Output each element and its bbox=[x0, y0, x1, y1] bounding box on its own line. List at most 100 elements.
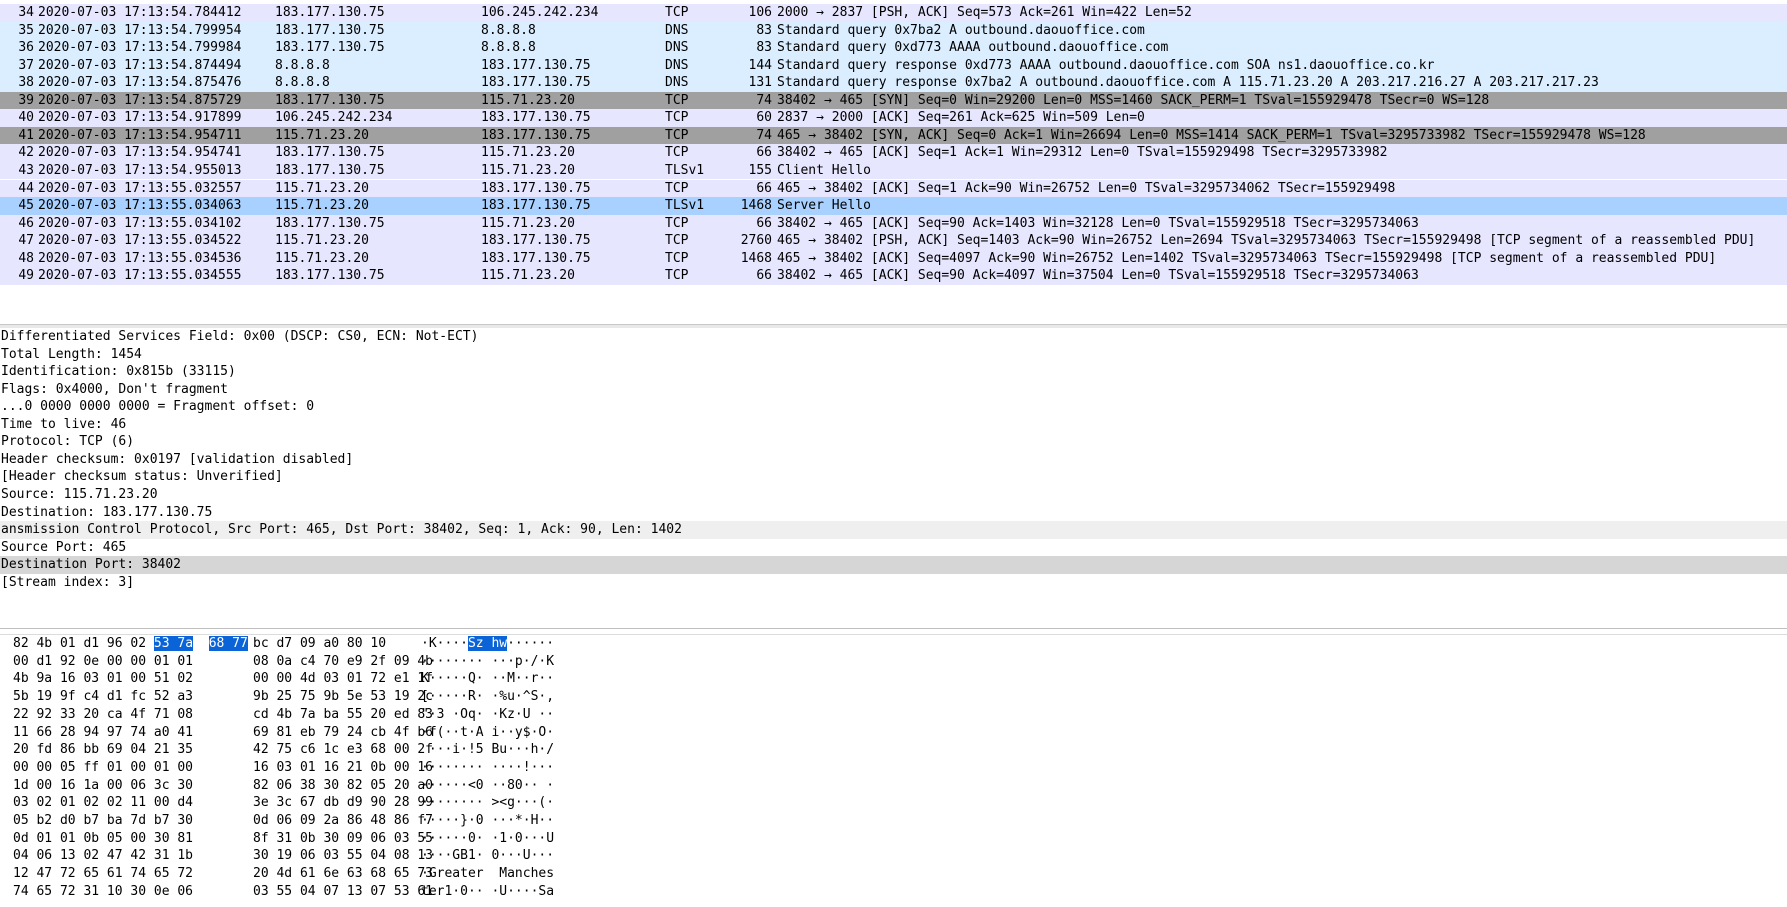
hex-bytes-selected: 68 77 bbox=[208, 636, 248, 651]
hex-row[interactable]: 12 47 72 65 61 74 65 72 20 4d 61 6e 63 68… bbox=[0, 865, 1787, 883]
packet-number: 34 bbox=[18, 5, 34, 20]
packet-number: 48 bbox=[18, 250, 34, 266]
ascii-dump: ······<0 ··80·· · bbox=[421, 777, 554, 795]
packet-source: 183.177.130.75 bbox=[275, 145, 385, 161]
detail-field[interactable]: [Header checksum status: Unverified] bbox=[0, 468, 1787, 486]
detail-field[interactable]: ...0 0000 0000 0000 = Fragment offset: 0 bbox=[0, 398, 1787, 416]
packet-row[interactable]: 39 2020-07-03 17:13:54.875729 183.177.130.… bbox=[0, 91, 1787, 110]
packet-row[interactable]: 34 2020-07-03 17:13:54.784412 183.177.130.… bbox=[0, 4, 1787, 22]
protocol-tree-header[interactable]: ansmission Control Protocol, Src Port: 4… bbox=[0, 521, 1787, 539]
packet-row[interactable]: 44 2020-07-03 17:13:55.032557 115.71.23.20… bbox=[0, 179, 1787, 198]
detail-field[interactable]: Header checksum: 0x0197 [validation disa… bbox=[0, 451, 1787, 469]
hex-row[interactable]: 04 06 13 02 47 42 31 1b 30 19 06 03 55 04… bbox=[0, 847, 1787, 865]
packet-destination: 115.71.23.20 bbox=[481, 162, 575, 178]
detail-field[interactable]: Total Length: 1454 bbox=[0, 346, 1787, 364]
packet-row[interactable]: 37 2020-07-03 17:13:54.874494 8.8.8.8 183.1… bbox=[0, 56, 1787, 75]
packet-length: 66 bbox=[756, 215, 772, 231]
detail-field[interactable]: Destination Port: 38402 bbox=[0, 556, 1787, 574]
packet-number: 40 bbox=[18, 110, 34, 126]
detail-field[interactable]: Flags: 0x4000, Don't fragment bbox=[0, 381, 1787, 399]
packet-number: 36 bbox=[18, 40, 34, 56]
hex-row[interactable]: 0d 01 01 0b 05 00 30 81 8f 31 0b 30 09 06… bbox=[0, 830, 1787, 848]
packet-row[interactable]: 42 2020-07-03 17:13:54.954741 183.177.130.… bbox=[0, 144, 1787, 162]
packet-row[interactable]: 40 2020-07-03 17:13:54.917899 106.245.242.… bbox=[0, 109, 1787, 127]
packet-number: 46 bbox=[18, 215, 34, 231]
hex-row[interactable]: 00 00 05 ff 01 00 01 00 16 03 01 16 21 0b… bbox=[0, 759, 1787, 777]
packet-length: 66 bbox=[756, 180, 772, 196]
ascii-dump: ···i·!5 Bu···h·/ bbox=[421, 741, 554, 759]
hex-bytes-right: 8f 31 0b 30 09 06 03 55 bbox=[253, 830, 434, 846]
packet-protocol: TCP bbox=[665, 180, 689, 196]
hex-bytes-left: 20 fd 86 bb 69 04 21 35 bbox=[13, 741, 193, 759]
packet-row[interactable]: 38 2020-07-03 17:13:54.875476 8.8.8.8 183.1… bbox=[0, 74, 1787, 92]
hex-row[interactable]: 5b 19 9f c4 d1 fc 52 a3 9b 25 75 9b 5e 53… bbox=[0, 688, 1787, 706]
hex-row[interactable]: 05 b2 d0 b7 ba 7d b7 30 0d 06 09 2a 86 48… bbox=[0, 812, 1787, 830]
packet-number: 47 bbox=[18, 233, 34, 249]
ascii-text: ······0· ·1·0···U bbox=[421, 830, 555, 846]
detail-field[interactable]: Source Port: 465 bbox=[0, 539, 1787, 557]
packet-protocol: DNS bbox=[665, 40, 689, 56]
hex-row[interactable]: 1d 00 16 1a 00 06 3c 30 82 06 38 30 82 05… bbox=[0, 777, 1787, 795]
hex-row[interactable]: 20 fd 86 bb 69 04 21 35 42 75 c6 1c e3 68… bbox=[0, 741, 1787, 759]
packet-source: 183.177.130.75 bbox=[275, 5, 385, 20]
hex-bytes-right: 16 03 01 16 21 0b 00 16 bbox=[253, 759, 434, 775]
ascii-dump: ·····}·0 ···*·H·· bbox=[421, 812, 554, 830]
ascii-dump: ·Greater Manches bbox=[421, 865, 554, 883]
packet-details-tree[interactable]: Differentiated Services Field: 0x00 (DSC… bbox=[0, 328, 1787, 630]
packet-row[interactable]: 41 2020-07-03 17:13:54.954711 115.71.23.20… bbox=[0, 126, 1787, 145]
ascii-text: ter1·0·· ·U····Sa bbox=[421, 883, 555, 899]
hex-row[interactable]: 82 4b 01 d1 96 02 53 7a 68 77 bc d7 09 a0… bbox=[0, 635, 1787, 653]
packet-time: 2020-07-03 17:13:54.917899 bbox=[38, 110, 242, 126]
packet-length: 1468 bbox=[740, 250, 772, 266]
hex-bytes: 11 66 28 94 97 74 a0 41 bbox=[13, 724, 194, 740]
packet-protocol: TCP bbox=[665, 110, 689, 126]
hex-bytes-gap bbox=[193, 636, 209, 651]
packet-destination: 115.71.23.20 bbox=[481, 215, 575, 231]
pane-splitter[interactable] bbox=[0, 628, 1787, 635]
packet-bytes-pane[interactable]: 82 4b 01 d1 96 02 53 7a 68 77 bc d7 09 a0… bbox=[0, 635, 1787, 907]
packet-list[interactable]: 34 2020-07-03 17:13:54.784412 183.177.130.… bbox=[0, 0, 1787, 324]
packet-protocol: TLSv1 bbox=[665, 198, 705, 214]
packet-row[interactable]: 45 2020-07-03 17:13:55.034063 115.71.23.20… bbox=[0, 197, 1787, 215]
packet-length: 74 bbox=[756, 127, 772, 143]
packet-row[interactable]: 35 2020-07-03 17:13:54.799954 183.177.130.… bbox=[0, 21, 1787, 40]
hex-bytes-right: 00 00 4d 03 01 72 e1 1f bbox=[253, 671, 434, 687]
packet-info: Standard query 0xd773 AAAA outbound.daou… bbox=[777, 40, 1169, 56]
packet-row[interactable]: 43 2020-07-03 17:13:54.955013 183.177.130.… bbox=[0, 161, 1787, 180]
packet-row[interactable]: 48 2020-07-03 17:13:55.034536 115.71.23.20… bbox=[0, 249, 1787, 268]
hex-row[interactable]: 11 66 28 94 97 74 a0 41 69 81 eb 79 24 cb… bbox=[0, 724, 1787, 742]
ascii-text: [·····R· ·%u·^S·, bbox=[421, 689, 555, 705]
hex-bytes-left: 00 00 05 ff 01 00 01 00 bbox=[13, 759, 193, 777]
detail-field[interactable]: Differentiated Services Field: 0x00 (DSC… bbox=[0, 328, 1787, 346]
hex-row[interactable]: 03 02 01 02 02 11 00 d4 3e 3c 67 db d9 90… bbox=[0, 794, 1787, 812]
hex-bytes: 1d 00 16 1a 00 06 3c 30 bbox=[13, 777, 194, 793]
packet-source: 106.245.242.234 bbox=[275, 110, 393, 126]
hex-row[interactable]: 22 92 33 20 ca 4f 71 08 cd 4b 7a ba 55 20… bbox=[0, 706, 1787, 724]
detail-field[interactable]: [Stream index: 3] bbox=[0, 574, 1787, 592]
hex-bytes-left: 12 47 72 65 61 74 65 72 bbox=[13, 865, 193, 883]
packet-row[interactable]: 47 2020-07-03 17:13:55.034522 115.71.23.20… bbox=[0, 232, 1787, 250]
packet-source: 183.177.130.75 bbox=[275, 268, 385, 284]
detail-field[interactable]: Destination: 183.177.130.75 bbox=[0, 504, 1787, 522]
packet-destination: 183.177.130.75 bbox=[481, 233, 591, 249]
packet-source: 8.8.8.8 bbox=[275, 75, 330, 91]
hex-row[interactable]: 00 d1 92 0e 00 00 01 01 08 0a c4 70 e9 2f… bbox=[0, 653, 1787, 671]
detail-field[interactable]: Time to live: 46 bbox=[0, 416, 1787, 434]
packet-source: 183.177.130.75 bbox=[275, 92, 385, 108]
detail-field[interactable]: Identification: 0x815b (33115) bbox=[0, 363, 1787, 381]
packet-source: 183.177.130.75 bbox=[275, 22, 385, 38]
hex-row[interactable]: 74 65 72 31 10 30 0e 06 03 55 04 07 13 07… bbox=[0, 883, 1787, 901]
packet-info: Standard query response 0x7ba2 A outboun… bbox=[777, 75, 1599, 91]
detail-field[interactable]: Source: 115.71.23.20 bbox=[0, 486, 1787, 504]
packet-destination: 115.71.23.20 bbox=[481, 145, 575, 161]
packet-info: Client Hello bbox=[777, 162, 871, 178]
hex-row[interactable]: 4b 9a 16 03 01 00 51 02 00 00 4d 03 01 72… bbox=[0, 670, 1787, 688]
packet-info: Standard query response 0xd773 AAAA outb… bbox=[777, 57, 1435, 73]
packet-row[interactable]: 46 2020-07-03 17:13:55.034102 183.177.130.… bbox=[0, 214, 1787, 233]
detail-field[interactable]: Protocol: TCP (6) bbox=[0, 433, 1787, 451]
packet-number: 37 bbox=[18, 57, 34, 73]
ascii-dump: "·3 ·Oq· ·Kz·U ·· bbox=[421, 706, 554, 724]
packet-row[interactable]: 49 2020-07-03 17:13:55.034555 183.177.130.… bbox=[0, 267, 1787, 285]
packet-destination: 183.177.130.75 bbox=[481, 198, 591, 214]
packet-row[interactable]: 36 2020-07-03 17:13:54.799984 183.177.130.… bbox=[0, 39, 1787, 57]
